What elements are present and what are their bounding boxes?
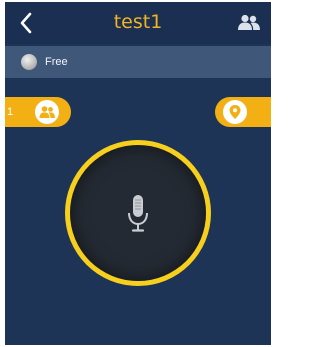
users-icon <box>39 106 55 118</box>
status-bar: Free <box>5 46 271 78</box>
location-tab[interactable] <box>215 97 271 127</box>
push-to-talk-button[interactable] <box>70 145 206 281</box>
page-title: test1 <box>113 11 163 33</box>
members-tab[interactable]: 1 <box>5 97 71 127</box>
top-header: test1 <box>5 2 271 44</box>
members-button[interactable] <box>237 13 261 33</box>
member-count: 1 <box>7 106 14 118</box>
users-icon-badge <box>35 100 59 124</box>
app-screen: test1 Free 1 <box>5 2 271 345</box>
group-icon <box>238 14 260 30</box>
status-text: Free <box>45 56 68 68</box>
location-icon-badge <box>223 100 247 124</box>
status-dot-icon <box>21 54 37 70</box>
microphone-icon <box>128 195 148 232</box>
location-pin-icon <box>229 105 241 119</box>
